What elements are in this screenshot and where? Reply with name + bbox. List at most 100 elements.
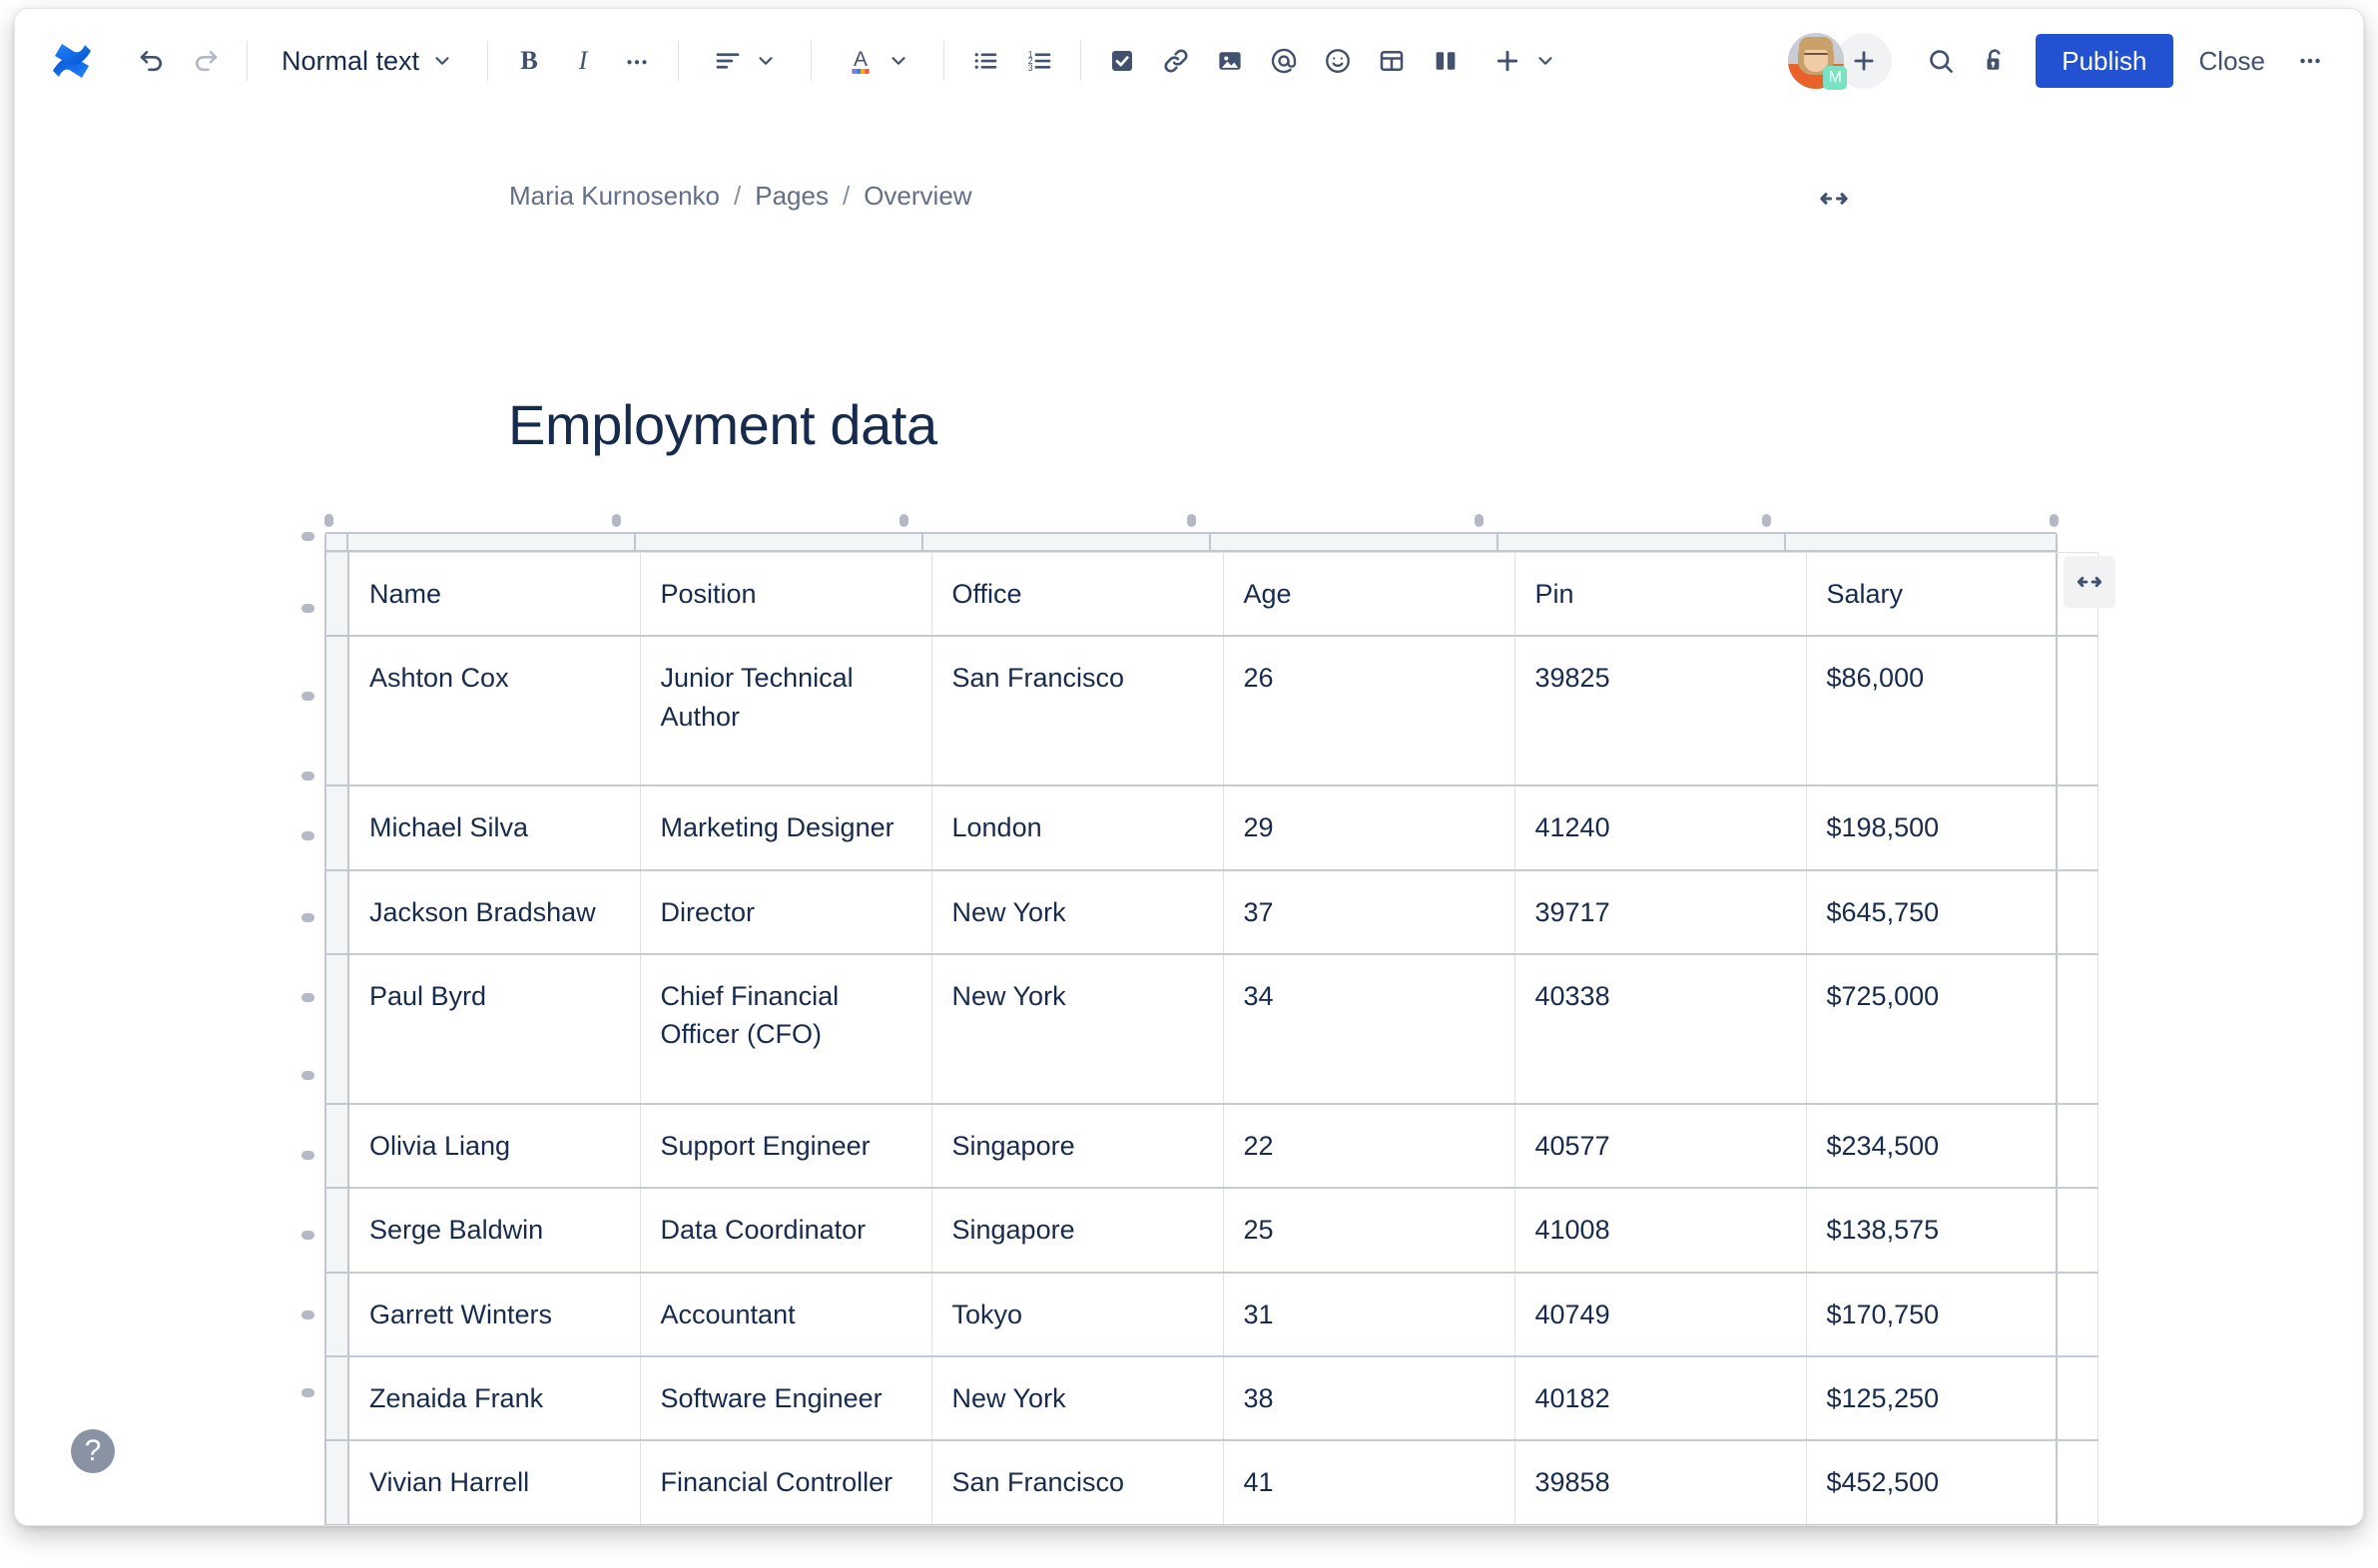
column-grip[interactable] [612,514,621,527]
cell-office[interactable]: New York [930,1355,1224,1442]
cell-age[interactable]: 31 [1222,1272,1515,1357]
column-grip[interactable] [324,514,333,527]
breadcrumb-item-space[interactable]: Maria Kurnosenko [509,181,720,212]
cell-salary[interactable]: $86,000 [1805,635,2098,787]
column-header-pin[interactable]: Pin [1513,552,1807,638]
cell-name[interactable]: Ashton Cox [347,635,641,787]
link-button[interactable] [1149,34,1203,88]
row-control[interactable] [326,784,349,871]
cell-name[interactable]: Zenaida Frank [347,1355,641,1442]
page-width-toggle[interactable] [1812,177,1856,221]
column-header-office[interactable]: Office [930,552,1224,638]
numbered-list-button[interactable]: 1 2 3 [1012,34,1066,88]
cell-pin[interactable]: 40338 [1513,953,1807,1105]
cell-salary[interactable]: $198,500 [1805,784,2098,871]
cell-position[interactable]: Chief Financial Officer (CFO) [639,953,932,1105]
emoji-button[interactable] [1311,34,1365,88]
undo-button[interactable] [125,34,179,88]
text-align-dropdown[interactable] [699,36,791,86]
cell-position[interactable]: Director [639,869,932,955]
publish-button[interactable]: Publish [2036,34,2173,88]
row-grip[interactable] [301,913,314,922]
cell-age[interactable]: 34 [1222,953,1515,1105]
column-grip[interactable] [1762,514,1771,527]
row-control[interactable] [326,1103,349,1190]
bullet-list-button[interactable] [958,34,1012,88]
cell-age[interactable]: 29 [1222,784,1515,871]
column-header-position[interactable]: Position [639,552,932,638]
italic-button[interactable]: I [556,34,610,88]
page-title[interactable]: Employment data [508,392,937,457]
column-header-name[interactable]: Name [347,552,641,638]
layout-columns-button[interactable] [1419,34,1473,88]
row-grip[interactable] [301,604,314,613]
cell-age[interactable]: 22 [1222,1103,1515,1190]
table-corner-control[interactable] [326,534,348,550]
task-checkbox-button[interactable] [1095,34,1149,88]
cell-office[interactable]: London [930,784,1224,871]
row-control[interactable] [326,869,349,955]
mention-button[interactable] [1257,34,1311,88]
row-grip[interactable] [301,1231,314,1240]
cell-name[interactable]: Michael Silva [347,784,641,871]
breadcrumb-item-pages[interactable]: Pages [755,181,829,212]
cell-pin[interactable]: 39825 [1513,635,1807,787]
column-control[interactable] [1498,534,1786,550]
cell-position[interactable]: Support Engineer [639,1103,932,1190]
row-grip[interactable] [301,1151,314,1160]
cell-pin[interactable]: 39717 [1513,869,1807,955]
row-grip[interactable] [301,831,314,840]
row-control[interactable] [326,953,349,1105]
cell-salary[interactable]: $234,500 [1805,1103,2098,1190]
cell-office[interactable]: Singapore [930,1103,1224,1190]
breadcrumb-item-overview[interactable]: Overview [864,181,971,212]
cell-name[interactable]: Paul Byrd [347,953,641,1105]
search-button[interactable] [1914,34,1968,88]
confluence-logo[interactable] [45,34,99,88]
cell-office[interactable]: San Francisco [930,1439,1224,1525]
row-control[interactable] [326,635,349,787]
cell-salary[interactable]: $125,250 [1805,1355,2098,1442]
cell-pin[interactable]: 39858 [1513,1439,1807,1525]
cell-position[interactable]: Financial Controller [639,1439,932,1525]
cell-pin[interactable]: 40577 [1513,1103,1807,1190]
text-style-dropdown[interactable]: Normal text [268,36,467,86]
close-button[interactable]: Close [2181,34,2283,88]
row-grip[interactable] [301,532,314,541]
cell-position[interactable]: Marketing Designer [639,784,932,871]
row-control[interactable] [326,1272,349,1357]
cell-name[interactable]: Olivia Liang [347,1103,641,1190]
column-grip[interactable] [1475,514,1484,527]
cell-office[interactable]: Singapore [930,1187,1224,1274]
cell-age[interactable]: 37 [1222,869,1515,955]
restrictions-button[interactable] [1968,34,2022,88]
row-control[interactable] [326,1355,349,1442]
column-header-age[interactable]: Age [1222,552,1515,638]
cell-pin[interactable]: 41008 [1513,1187,1807,1274]
image-button[interactable] [1203,34,1257,88]
cell-pin[interactable]: 41240 [1513,784,1807,871]
column-control[interactable] [348,534,636,550]
cell-office[interactable]: New York [930,869,1224,955]
cell-position[interactable]: Data Coordinator [639,1187,932,1274]
cell-salary[interactable]: $138,575 [1805,1187,2098,1274]
cell-age[interactable]: 41 [1222,1439,1515,1525]
row-grip[interactable] [301,1310,314,1319]
cell-salary[interactable]: $170,750 [1805,1272,2098,1357]
cell-salary[interactable]: $645,750 [1805,869,2098,955]
cell-age[interactable]: 25 [1222,1187,1515,1274]
column-grip[interactable] [899,514,908,527]
column-grip[interactable] [1187,514,1196,527]
cell-age[interactable]: 26 [1222,635,1515,787]
help-button[interactable]: ? [71,1429,115,1473]
cell-pin[interactable]: 40749 [1513,1272,1807,1357]
table-button[interactable] [1365,34,1419,88]
column-control[interactable] [1211,534,1498,550]
more-options-button[interactable] [2283,34,2337,88]
row-grip[interactable] [301,772,314,781]
redo-button[interactable] [179,34,233,88]
column-control[interactable] [1786,534,2056,550]
cell-office[interactable]: New York [930,953,1224,1105]
cell-salary[interactable]: $725,000 [1805,953,2098,1105]
cell-position[interactable]: Software Engineer [639,1355,932,1442]
